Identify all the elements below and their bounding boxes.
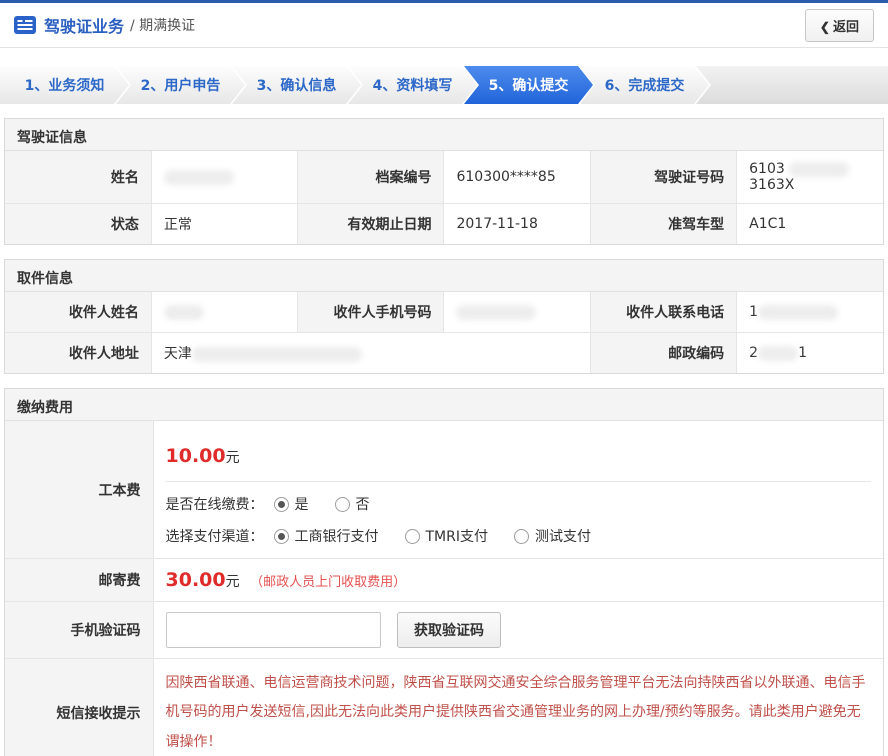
redacted-zip [758,346,798,361]
captcha-input[interactable] [166,612,381,648]
step-3-confirm-info[interactable]: 3、确认信息 [232,66,361,104]
sms-notice-label: 短信接收提示 [5,659,153,756]
sms-notice-row: 短信接收提示 因陕西省联通、电信运营商技术问题，陕西省互联网交通安全综合服务管理… [5,659,883,756]
captcha-row: 手机验证码 获取验证码 [5,602,883,659]
redacted-name [164,170,234,185]
post-fee-cell: 30.00元 （邮政人员上门收取费用） [153,559,883,602]
get-captcha-button[interactable]: 获取验证码 [397,612,501,648]
step-6-finish-submit[interactable]: 6、完成提交 [580,66,709,104]
channel-test-option[interactable]: 测试支付 [514,526,591,546]
zip-code-label: 邮政编码 [590,333,736,374]
recipient-name-value [151,292,297,333]
vehicle-class-label: 准驾车型 [590,204,736,245]
radio-selected-icon[interactable] [274,497,289,512]
online-pay-yes-option[interactable]: 是 [274,494,309,514]
expiry-value: 2017-11-18 [444,204,590,245]
recipient-address-value: 天津 [151,333,590,374]
table-row: 收件人地址 天津 邮政编码 21 [5,333,883,374]
chevron-left-icon: ❮ [820,20,830,34]
page-header: 驾驶证业务 / 期满换证 ❮返回 [0,3,888,48]
status-value: 正常 [151,204,297,245]
channel-icbc-option[interactable]: 工商银行支付 [274,526,379,546]
table-row: 收件人姓名 收件人手机号码 收件人联系电话 1 [5,292,883,333]
license-info-section: 驾驶证信息 姓名 档案编号 610300****85 驾驶证号码 6103 31… [4,118,884,245]
expiry-label: 有效期止日期 [298,204,444,245]
radio-unselected-icon[interactable] [514,529,529,544]
step-2-user-declaration[interactable]: 2、用户申告 [116,66,245,104]
redacted-mobile [456,305,536,320]
license-info-table: 姓名 档案编号 610300****85 驾驶证号码 6103 3163X 状态… [5,151,883,244]
back-button[interactable]: ❮返回 [805,9,874,42]
step-nav-filler [696,66,888,104]
table-row: 状态 正常 有效期止日期 2017-11-18 准驾车型 A1C1 [5,204,883,245]
captcha-cell: 获取验证码 [153,602,883,659]
step-1-business-notice[interactable]: 1、业务须知 [0,66,129,104]
redacted-license-no [789,162,849,177]
sms-notice-cell: 因陕西省联通、电信运营商技术问题，陕西省互联网交通安全综合服务管理平台无法向持陕… [153,659,883,756]
post-fee-label: 邮寄费 [5,559,153,602]
recipient-name-label: 收件人姓名 [5,292,151,333]
pay-channel-question: 选择支付渠道： [166,526,264,546]
captcha-label: 手机验证码 [5,602,153,659]
payment-table: 工本费 10.00元 是否在线缴费： 是 否 选择支付渠道： 工商银行支付 TM… [5,421,883,756]
radio-unselected-icon[interactable] [405,529,420,544]
card-fee-label: 工本费 [5,421,153,559]
payment-section: 缴纳费用 工本费 10.00元 是否在线缴费： 是 否 选择支付渠道： 工商银行… [4,388,884,756]
redacted-phone [758,305,838,320]
pay-channel-choice: 选择支付渠道： 工商银行支付 TMRI支付 测试支付 [166,526,872,546]
breadcrumb: / 期满换证 [130,15,195,35]
status-label: 状态 [5,204,151,245]
recipient-address-label: 收件人地址 [5,333,151,374]
post-fee-row: 邮寄费 30.00元 （邮政人员上门收取费用） [5,559,883,602]
zip-code-value: 21 [737,333,883,374]
recipient-mobile-value [444,292,590,333]
license-info-title: 驾驶证信息 [5,119,883,151]
pickup-info-table: 收件人姓名 收件人手机号码 收件人联系电话 1 收件人地址 天津 邮政编码 21 [5,292,883,373]
license-card-icon [14,16,36,34]
file-no-label: 档案编号 [298,151,444,204]
redacted-address [192,347,362,362]
radio-selected-icon[interactable] [274,529,289,544]
online-pay-no-option[interactable]: 否 [335,494,370,514]
license-no-value: 6103 3163X [737,151,883,204]
post-fee-amount: 30.00元 [166,569,240,591]
step-navigation: 1、业务须知 2、用户申告 3、确认信息 4、资料填写 5、确认提交 6、完成提… [0,66,888,104]
channel-tmri-option[interactable]: TMRI支付 [405,526,489,546]
online-pay-choice: 是否在线缴费： 是 否 [166,494,872,514]
recipient-phone-label: 收件人联系电话 [590,292,736,333]
name-label: 姓名 [5,151,151,204]
pickup-info-title: 取件信息 [5,260,883,292]
file-no-value: 610300****85 [444,151,590,204]
license-no-label: 驾驶证号码 [590,151,736,204]
payment-title: 缴纳费用 [5,389,883,421]
sms-notice-text: 因陕西省联通、电信运营商技术问题，陕西省互联网交通安全综合服务管理平台无法向持陕… [166,669,872,756]
post-fee-note: （邮政人员上门收取费用） [250,575,406,590]
vehicle-class-value: A1C1 [737,204,883,245]
name-value [151,151,297,204]
recipient-phone-value: 1 [737,292,883,333]
back-button-label: 返回 [833,19,859,34]
radio-unselected-icon[interactable] [335,497,350,512]
redacted-recipient-name [164,305,204,320]
table-row: 姓名 档案编号 610300****85 驾驶证号码 6103 3163X [5,151,883,204]
step-4-fill-data[interactable]: 4、资料填写 [348,66,477,104]
card-fee-cell: 10.00元 是否在线缴费： 是 否 选择支付渠道： 工商银行支付 TMRI支付… [153,421,883,559]
step-5-confirm-submit[interactable]: 5、确认提交 [464,66,593,104]
card-fee-row: 工本费 10.00元 是否在线缴费： 是 否 选择支付渠道： 工商银行支付 TM… [5,421,883,559]
card-fee-amount: 10.00元 [166,445,240,467]
page-title: 驾驶证业务 [44,13,124,37]
recipient-mobile-label: 收件人手机号码 [298,292,444,333]
online-pay-question: 是否在线缴费： [166,494,264,514]
pickup-info-section: 取件信息 收件人姓名 收件人手机号码 收件人联系电话 1 收件人地址 天津 邮政… [4,259,884,374]
